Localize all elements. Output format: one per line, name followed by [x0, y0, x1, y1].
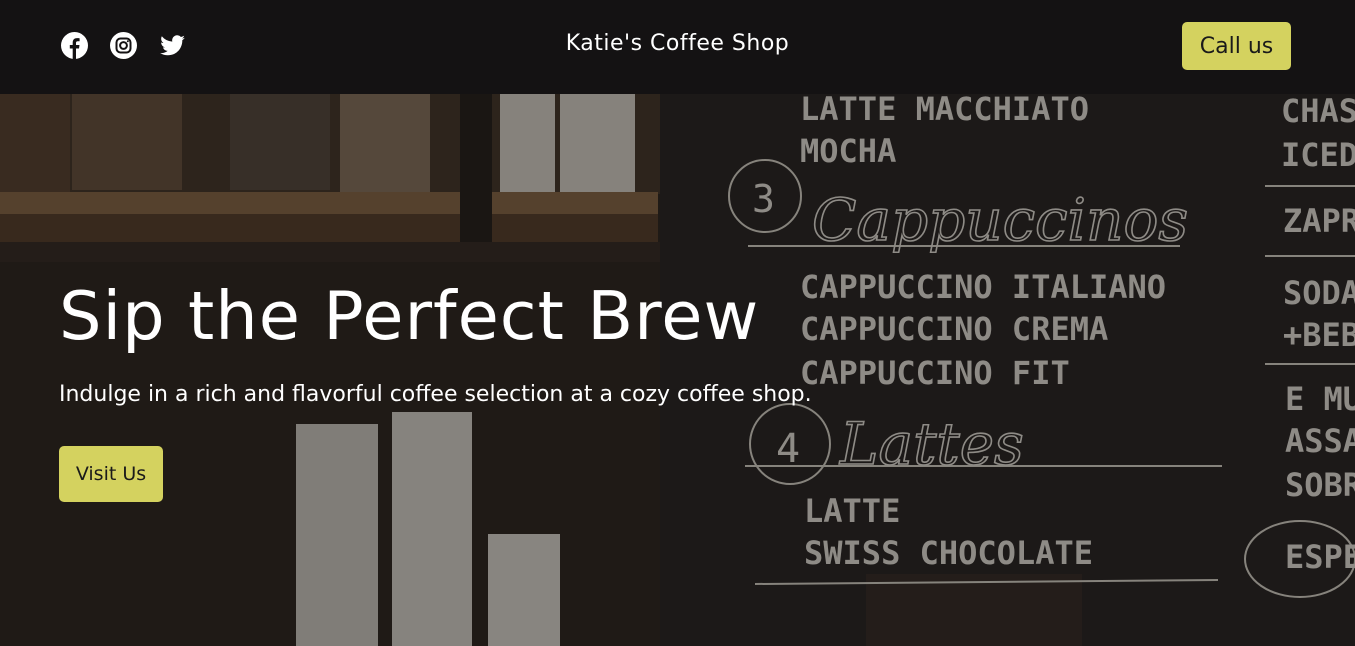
hero-background-image: LATTE MACCHIATO MOCHA 3 Cappuccinos CAPP… — [0, 94, 1355, 646]
top-navbar: Katie's Coffee Shop Call us — [0, 0, 1355, 94]
brand-title[interactable]: Katie's Coffee Shop — [0, 31, 1355, 56]
hero-title: Sip the Perfect Brew — [59, 277, 760, 355]
hero-section: LATTE MACCHIATO MOCHA 3 Cappuccinos CAPP… — [0, 94, 1355, 646]
visit-us-button[interactable]: Visit Us — [59, 446, 163, 502]
call-us-button[interactable]: Call us — [1182, 22, 1291, 70]
hero-subtitle: Indulge in a rich and flavorful coffee s… — [59, 382, 812, 407]
